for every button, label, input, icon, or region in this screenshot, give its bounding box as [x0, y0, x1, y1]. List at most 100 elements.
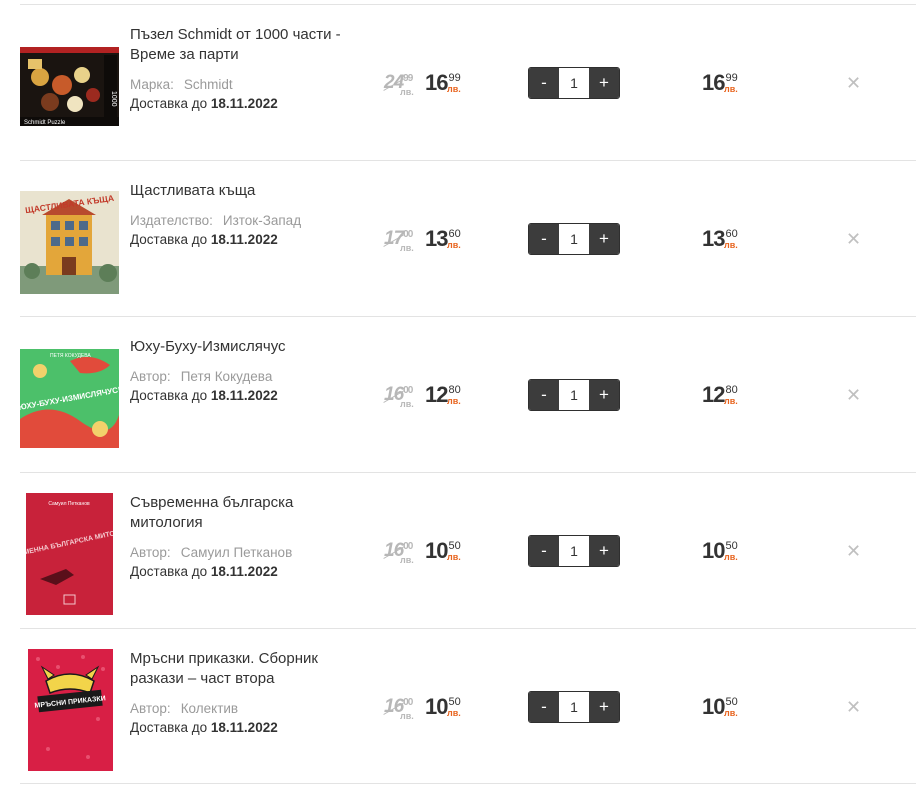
- product-info: Мръсни приказки. Сборник разкази – част …: [130, 649, 370, 737]
- close-icon: ✕: [846, 540, 862, 561]
- price-int: 13: [425, 226, 449, 251]
- quantity-input[interactable]: [559, 224, 589, 254]
- price-int: 12: [425, 382, 449, 407]
- delivery-info: Доставка до 18.11.2022: [130, 94, 370, 113]
- delivery-label: Доставка до: [130, 232, 208, 247]
- meta-key: Автор:: [130, 369, 171, 384]
- product-meta: Марка: Schmidt: [130, 75, 370, 94]
- cart-item: Самуил Петканов СЪВРЕМЕННА БЪЛГАРСКА МИТ…: [20, 472, 916, 628]
- old-price: 1600 лв.: [383, 473, 414, 629]
- close-icon: ✕: [846, 72, 862, 93]
- old-price: 1600 лв.: [383, 629, 414, 785]
- close-icon: ✕: [846, 384, 862, 405]
- increase-button[interactable]: +: [589, 692, 619, 722]
- total-currency: лв.: [724, 84, 738, 94]
- remove-button[interactable]: ✕: [846, 473, 861, 629]
- quantity-input[interactable]: [559, 536, 589, 566]
- decrease-button[interactable]: -: [529, 692, 559, 722]
- increase-button[interactable]: +: [589, 224, 619, 254]
- delivery-label: Доставка до: [130, 388, 208, 403]
- price-currency: лв.: [447, 552, 461, 562]
- cover-label: Schmidt Puzzle: [24, 120, 66, 126]
- old-price: 1600 лв.: [383, 317, 414, 473]
- product-image[interactable]: ПЕТЯ КОКУДЕВА ЮХУ-БУХУ-ИЗМИСЛЯЧУС!: [20, 349, 119, 448]
- product-image[interactable]: ЩАСТЛИВАТА КЪЩА: [20, 191, 119, 294]
- remove-button[interactable]: ✕: [846, 161, 861, 317]
- product-title[interactable]: Пъзел Schmidt от 1000 части - Време за п…: [130, 25, 370, 65]
- meta-value[interactable]: Петя Кокудева: [181, 369, 273, 384]
- cart-item: ЩАСТЛИВАТА КЪЩА Щастливата къща Издателс…: [20, 160, 916, 316]
- delivery-info: Доставка до 18.11.2022: [130, 230, 370, 249]
- product-info: Пъзел Schmidt от 1000 части - Време за п…: [130, 25, 370, 113]
- product-title[interactable]: Юху-Буху-Измислячус: [130, 337, 370, 357]
- decrease-button[interactable]: -: [529, 380, 559, 410]
- quantity-stepper: - +: [528, 317, 620, 473]
- total-currency: лв.: [724, 552, 738, 562]
- total-dec: 80: [725, 384, 738, 396]
- quantity-input[interactable]: [559, 692, 589, 722]
- remove-button[interactable]: ✕: [846, 5, 861, 161]
- meta-value[interactable]: Колектив: [181, 701, 238, 716]
- price-int: 10: [425, 538, 449, 563]
- product-title[interactable]: Щастливата къща: [130, 181, 370, 201]
- delivery-date: 18.11.2022: [210, 720, 278, 735]
- old-price-currency: лв.: [400, 87, 414, 97]
- price-dec: 99: [448, 72, 461, 84]
- total-int: 10: [702, 694, 726, 719]
- quantity-input[interactable]: [559, 380, 589, 410]
- unit-price: 1050 лв.: [425, 629, 461, 785]
- meta-value[interactable]: Изток-Запад: [223, 213, 301, 228]
- total-dec: 60: [725, 228, 738, 240]
- delivery-date: 18.11.2022: [210, 96, 278, 111]
- meta-key: Автор:: [130, 545, 171, 560]
- remove-button[interactable]: ✕: [846, 317, 861, 473]
- price-dec: 50: [448, 696, 461, 708]
- book-cover-image: ЩАСТЛИВАТА КЪЩА: [20, 191, 119, 294]
- product-info: Юху-Буху-Измислячус Автор: Петя Кокудева …: [130, 337, 370, 405]
- product-title[interactable]: Съвременна българска митология: [130, 493, 370, 533]
- price-currency: лв.: [447, 240, 461, 250]
- old-price-currency: лв.: [400, 711, 414, 721]
- increase-button[interactable]: +: [589, 380, 619, 410]
- product-image[interactable]: Schmidt Puzzle 1000: [20, 47, 119, 126]
- cover-author: ПЕТЯ КОКУДЕВА: [50, 353, 91, 359]
- product-title[interactable]: Мръсни приказки. Сборник разкази – част …: [130, 649, 370, 689]
- product-image[interactable]: МРЪСНИ ПРИКАЗКИ: [28, 649, 113, 771]
- meta-value[interactable]: Schmidt: [184, 77, 233, 92]
- decrease-button[interactable]: -: [529, 68, 559, 98]
- meta-value[interactable]: Самуил Петканов: [181, 545, 293, 560]
- total-int: 13: [702, 226, 726, 251]
- price-currency: лв.: [447, 84, 461, 94]
- total-price: 1280 лв.: [702, 317, 738, 473]
- product-image[interactable]: Самуил Петканов СЪВРЕМЕННА БЪЛГАРСКА МИТ…: [26, 493, 113, 615]
- total-price: 1360 лв.: [702, 161, 738, 317]
- quantity-stepper: - +: [528, 629, 620, 785]
- total-dec: 50: [725, 696, 738, 708]
- delivery-label: Доставка до: [130, 564, 208, 579]
- decrease-button[interactable]: -: [529, 224, 559, 254]
- price-dec: 80: [448, 384, 461, 396]
- total-int: 12: [702, 382, 726, 407]
- price-int: 16: [425, 70, 449, 95]
- decrease-button[interactable]: -: [529, 536, 559, 566]
- product-info: Съвременна българска митология Автор: Сам…: [130, 493, 370, 581]
- increase-button[interactable]: +: [589, 536, 619, 566]
- quantity-input[interactable]: [559, 68, 589, 98]
- increase-button[interactable]: +: [589, 68, 619, 98]
- delivery-date: 18.11.2022: [210, 388, 278, 403]
- meta-key: Автор:: [130, 701, 171, 716]
- unit-price: 1699 лв.: [425, 5, 461, 161]
- product-meta: Издателство: Изток-Запад: [130, 211, 370, 230]
- unit-price: 1050 лв.: [425, 473, 461, 629]
- price-currency: лв.: [447, 708, 461, 718]
- price-dec: 50: [448, 540, 461, 552]
- remove-button[interactable]: ✕: [846, 629, 861, 785]
- old-price-currency: лв.: [400, 399, 414, 409]
- delivery-info: Доставка до 18.11.2022: [130, 562, 370, 581]
- total-price: 1050 лв.: [702, 629, 738, 785]
- puzzle-cover-image: Schmidt Puzzle 1000: [20, 47, 119, 126]
- quantity-stepper: - +: [528, 473, 620, 629]
- old-price: 2499 лв.: [383, 5, 414, 161]
- cover-badge: 1000: [110, 91, 117, 107]
- unit-price: 1280 лв.: [425, 317, 461, 473]
